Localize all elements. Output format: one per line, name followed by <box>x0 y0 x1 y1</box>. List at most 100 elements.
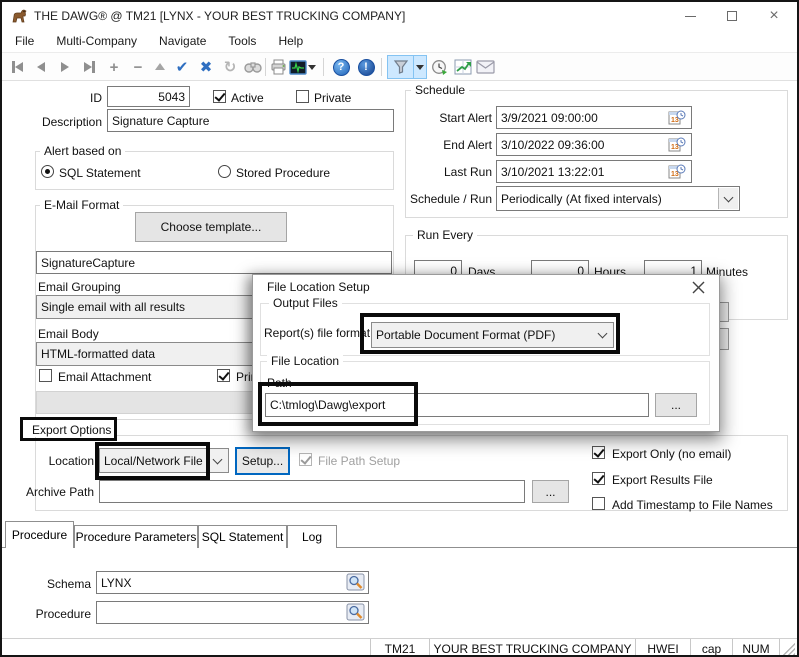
close-button[interactable]: × <box>753 2 795 30</box>
resize-grip[interactable] <box>783 643 795 655</box>
procedure-label: Procedure <box>21 607 91 621</box>
print-checkbox[interactable] <box>217 369 230 382</box>
status-num: NUM <box>732 639 780 657</box>
add-timestamp-label: Add Timestamp to File Names <box>612 498 773 512</box>
file-location-title: File Location <box>267 354 343 368</box>
last-run-field[interactable] <box>496 160 692 183</box>
export-only-checkbox[interactable] <box>592 446 605 459</box>
next-record-button[interactable] <box>54 55 76 79</box>
path-browse-button[interactable]: ... <box>655 393 697 417</box>
description-field[interactable] <box>107 109 394 132</box>
title-bar: THE DAWG® @ TM21 [LYNX - YOUR BEST TRUCK… <box>2 2 797 30</box>
status-company-code: TM21 <box>370 639 429 657</box>
schedule-run-combo[interactable]: Periodically (At fixed intervals) <box>496 186 740 211</box>
menu-file[interactable]: File <box>4 34 45 48</box>
start-alert-field[interactable] <box>496 106 692 129</box>
procedure-lookup-icon[interactable] <box>346 603 366 622</box>
dialog-close-icon[interactable] <box>692 281 705 294</box>
console-dropdown-button[interactable] <box>305 55 319 79</box>
chevron-down-icon <box>598 329 608 339</box>
email-attachment-checkbox[interactable] <box>39 369 52 382</box>
check-icon: ✔ <box>176 58 189 76</box>
sql-statement-radio[interactable] <box>41 165 54 178</box>
filter-funnel-icon <box>393 59 409 75</box>
email-body-label: Email Body <box>38 327 99 341</box>
minimize-icon <box>685 16 696 17</box>
add-record-button[interactable]: + <box>103 55 125 79</box>
previous-record-icon <box>37 62 45 72</box>
chevron-down-icon <box>213 454 223 464</box>
toolbar: + − ✔ ✖ ↻ ? ! <box>2 53 797 81</box>
schedule-run-label: Schedule / Run <box>392 192 492 206</box>
report-file-format-value: Portable Document Format (PDF) <box>376 328 597 342</box>
filter-dropdown-button[interactable] <box>414 55 427 79</box>
schema-field[interactable] <box>96 571 369 594</box>
schema-label: Schema <box>31 577 91 591</box>
start-alert-label: Start Alert <box>392 111 492 125</box>
stored-procedure-radio[interactable] <box>218 165 231 178</box>
tab-procedure-parameters[interactable]: Procedure Parameters <box>74 525 198 548</box>
end-alert-field[interactable] <box>496 133 692 156</box>
status-caps: cap <box>690 639 732 657</box>
setup-button[interactable]: Setup... <box>235 447 290 475</box>
menu-navigate[interactable]: Navigate <box>148 34 217 48</box>
private-checkbox[interactable] <box>296 90 309 103</box>
tab-log[interactable]: Log <box>287 525 337 548</box>
export-results-checkbox[interactable] <box>592 472 605 485</box>
help-button[interactable]: ? <box>330 55 352 79</box>
location-label: Location <box>34 454 94 468</box>
archive-path-field[interactable] <box>99 480 525 503</box>
procedure-field[interactable] <box>96 601 369 624</box>
toolbar-separator <box>265 58 266 76</box>
template-name-field[interactable] <box>36 251 392 274</box>
delete-record-button[interactable]: − <box>127 55 149 79</box>
previous-record-button[interactable] <box>30 55 52 79</box>
path-field[interactable] <box>265 393 649 417</box>
maximize-icon <box>727 11 737 21</box>
report-file-format-combo[interactable]: Portable Document Format (PDF) <box>371 322 614 348</box>
export-only-label: Export Only (no email) <box>612 447 731 461</box>
menu-bar: File Multi-Company Navigate Tools Help <box>2 30 797 53</box>
envelope-icon <box>476 60 495 74</box>
date-picker-icon[interactable]: 13 <box>668 163 686 180</box>
stored-procedure-label: Stored Procedure <box>236 166 330 180</box>
active-checkbox[interactable] <box>213 90 226 103</box>
menu-multi-company[interactable]: Multi-Company <box>45 34 148 48</box>
filter-button[interactable] <box>387 55 414 79</box>
first-record-button[interactable] <box>6 55 28 79</box>
archive-browse-button[interactable]: ... <box>532 480 569 503</box>
status-company-name: YOUR BEST TRUCKING COMPANY <box>429 639 635 657</box>
menu-help[interactable]: Help <box>267 34 314 48</box>
date-picker-icon[interactable]: 13 <box>668 109 686 126</box>
email-button[interactable] <box>474 55 496 79</box>
chart-button[interactable] <box>452 55 474 79</box>
schema-lookup-icon[interactable] <box>346 573 366 592</box>
date-picker-icon[interactable]: 13 <box>668 136 686 153</box>
app-dog-icon <box>11 8 28 24</box>
schedule-history-button[interactable] <box>429 55 451 79</box>
cancel-button[interactable]: ✖ <box>195 55 217 79</box>
printer-icon <box>270 59 288 75</box>
menu-tools[interactable]: Tools <box>217 34 267 48</box>
schedule-run-value: Periodically (At fixed intervals) <box>501 192 718 206</box>
tab-procedure[interactable]: Procedure <box>5 521 74 548</box>
file-path-setup-label: File Path Setup <box>318 454 400 468</box>
app-window: THE DAWG® @ TM21 [LYNX - YOUR BEST TRUCK… <box>0 0 799 657</box>
find-button[interactable] <box>242 55 264 79</box>
location-combo[interactable]: Local/Network File <box>99 448 229 473</box>
maximize-button[interactable] <box>711 2 753 30</box>
choose-template-button[interactable]: Choose template... <box>135 212 287 242</box>
id-field[interactable] <box>107 86 190 107</box>
tab-sql-statement[interactable]: SQL Statement <box>198 525 287 548</box>
combo-dropdown-button[interactable] <box>718 188 738 209</box>
chart-icon <box>454 59 472 75</box>
add-timestamp-checkbox[interactable] <box>592 497 605 510</box>
active-label: Active <box>231 91 264 105</box>
schedule-title: Schedule <box>411 83 469 97</box>
edit-record-button[interactable] <box>149 55 171 79</box>
post-button[interactable]: ✔ <box>171 55 193 79</box>
about-button[interactable]: ! <box>355 55 377 79</box>
last-record-button[interactable] <box>78 55 100 79</box>
minimize-button[interactable] <box>669 2 711 30</box>
refresh-button[interactable]: ↻ <box>219 55 241 79</box>
